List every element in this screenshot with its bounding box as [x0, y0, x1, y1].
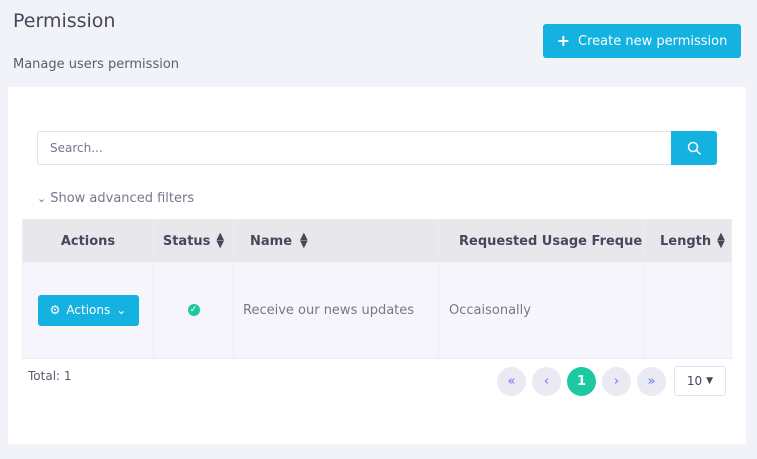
double-chevron-right-icon: »	[647, 374, 656, 389]
column-header-name[interactable]: Name ▲ ▼	[234, 220, 439, 262]
row-length-cell	[644, 262, 731, 358]
column-header-status[interactable]: Status ▲ ▼	[154, 220, 234, 262]
search-bar	[37, 131, 717, 165]
column-header-length[interactable]: Length ▲ ▼	[644, 220, 731, 262]
column-header-label: Requested Usage Frequen	[459, 233, 644, 249]
permission-table: Actions Status ▲ ▼ Name ▲ ▼ Requested Usag…	[22, 219, 732, 359]
row-frequency-text: Occaisonally	[449, 302, 531, 318]
page-title: Permission	[13, 10, 116, 32]
pagination: « ‹ 1 › »	[497, 367, 666, 396]
double-chevron-left-icon: «	[507, 374, 516, 389]
row-name-cell: Receive our news updates	[234, 262, 439, 358]
page-size-value: 10	[686, 374, 703, 388]
gear-icon: ⚙	[49, 303, 61, 317]
page-button-current[interactable]: 1	[567, 367, 596, 396]
page-size-select[interactable]: 10 ▼	[674, 366, 726, 396]
row-actions-label: Actions	[66, 303, 111, 317]
advanced-filters-toggle[interactable]: ⌄ Show advanced filters	[37, 191, 194, 206]
column-header-label: Actions	[60, 233, 116, 249]
column-header-label: Status	[162, 233, 211, 249]
create-permission-label: Create new permission	[578, 33, 728, 49]
row-name-text: Receive our news updates	[243, 302, 415, 318]
search-icon	[687, 141, 701, 155]
last-page-button[interactable]: »	[637, 367, 666, 396]
next-page-button[interactable]: ›	[602, 367, 631, 396]
sort-icon[interactable]: ▲ ▼	[216, 232, 224, 250]
check-circle-icon: ✓	[187, 304, 200, 316]
permission-card: ⌄ Show advanced filters Actions Status ▲…	[8, 87, 746, 444]
sort-icon[interactable]: ▲ ▼	[717, 232, 725, 250]
search-input[interactable]	[37, 131, 671, 165]
page-subtitle: Manage users permission	[13, 57, 180, 72]
caret-down-icon: ▼	[706, 376, 714, 386]
table-row: ⚙ Actions ⌄ ✓ Receive our news updates O…	[23, 262, 731, 358]
create-permission-button[interactable]: + Create new permission	[543, 24, 741, 58]
chevron-left-icon: ‹	[543, 374, 550, 389]
table-header: Actions Status ▲ ▼ Name ▲ ▼ Requested Usag…	[23, 220, 731, 262]
row-actions-cell: ⚙ Actions ⌄	[23, 262, 154, 358]
column-header-actions: Actions	[23, 220, 154, 262]
row-frequency-cell: Occaisonally	[439, 262, 644, 358]
column-header-label: Length	[660, 233, 712, 249]
search-button[interactable]	[671, 131, 717, 165]
chevron-right-icon: ›	[613, 374, 620, 389]
prev-page-button[interactable]: ‹	[532, 367, 561, 396]
total-count: Total: 1	[28, 369, 72, 383]
row-status-cell: ✓	[154, 262, 234, 358]
row-actions-button[interactable]: ⚙ Actions ⌄	[37, 294, 139, 326]
column-header-label: Name	[250, 233, 293, 249]
chevron-down-icon: ⌄	[37, 192, 47, 205]
sort-icon[interactable]: ▲ ▼	[300, 232, 308, 250]
advanced-filters-label: Show advanced filters	[50, 191, 195, 206]
chevron-down-icon: ⌄	[116, 303, 127, 317]
first-page-button[interactable]: «	[497, 367, 526, 396]
column-header-frequency: Requested Usage Frequen	[439, 220, 644, 262]
plus-icon: +	[556, 31, 571, 50]
